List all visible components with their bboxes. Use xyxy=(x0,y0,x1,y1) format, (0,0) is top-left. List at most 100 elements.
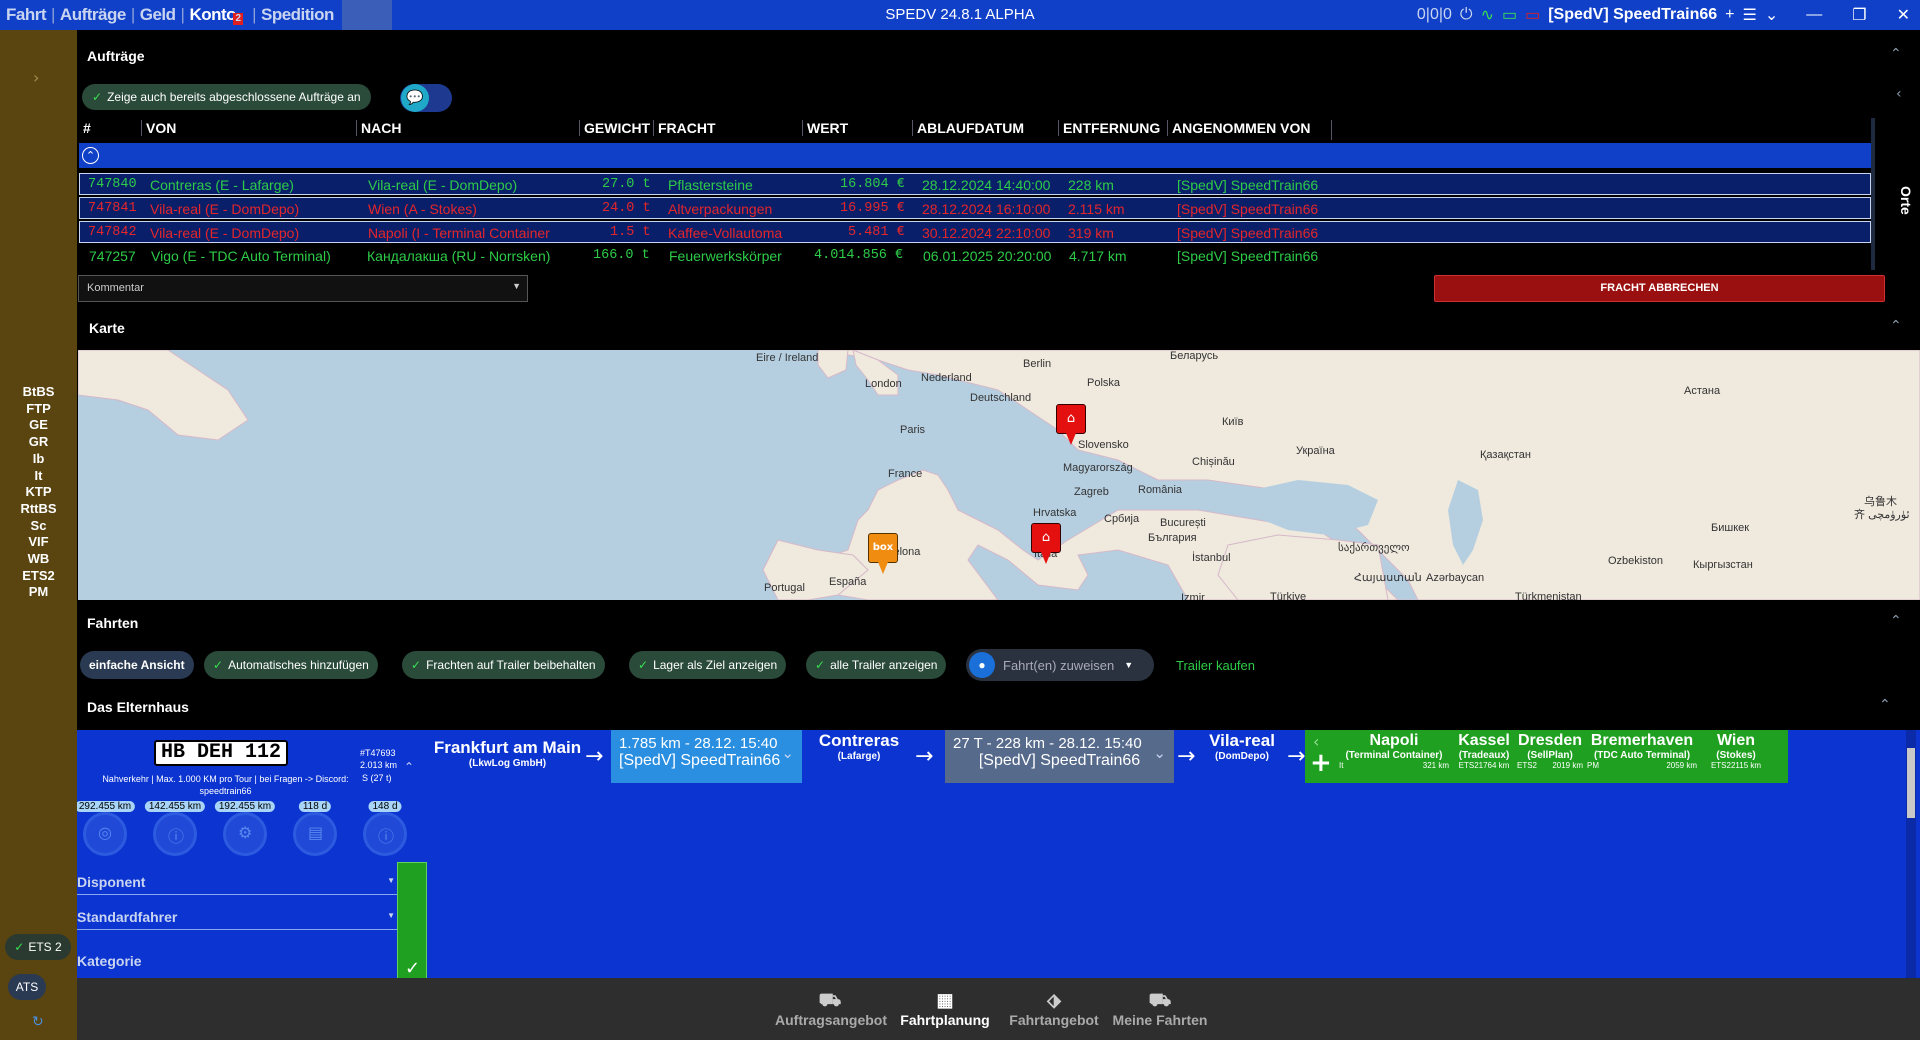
col-fracht[interactable]: FRACHT xyxy=(653,120,716,136)
nav-konto[interactable]: Konto2 xyxy=(189,5,247,25)
auto-add-toggle[interactable]: ✓Automatisches hinzufügen xyxy=(204,651,378,679)
stop-1[interactable]: Contreras(Lafarge) xyxy=(804,731,914,762)
order-row[interactable]: 747841Vila-real (E - DomDepo)Wien (A - S… xyxy=(79,197,1871,219)
game-item[interactable]: BtBS xyxy=(0,384,77,401)
chevron-down-icon[interactable]: ⌄ xyxy=(1765,5,1778,25)
add-icon[interactable]: + xyxy=(1310,748,1332,778)
map[interactable]: Eire / Ireland Nederland Berlin Polska Б… xyxy=(78,350,1920,600)
nav-auftraege[interactable]: Aufträge xyxy=(60,5,126,25)
chevron-right-icon[interactable]: › xyxy=(33,68,39,87)
game-item[interactable]: WB xyxy=(0,551,77,568)
buy-trailer-link[interactable]: Trailer kaufen xyxy=(1176,658,1255,673)
list-icon[interactable]: ☰ xyxy=(1743,5,1757,25)
tab-auftragsangebot[interactable]: ⛟Auftragsangebot xyxy=(775,990,885,1028)
collapse-map-icon[interactable]: ⌃ xyxy=(1890,318,1902,334)
storage-target-toggle[interactable]: ✓Lager als Ziel anzeigen xyxy=(629,651,786,679)
next-meta: ETS22115 km xyxy=(1705,761,1767,770)
restore-icon[interactable]: ❐ xyxy=(1852,5,1866,25)
collapse-group-icon[interactable]: ⌃ xyxy=(1879,697,1891,713)
game-item[interactable]: GE xyxy=(0,417,77,434)
kommentar-select[interactable]: Kommentar ▼ xyxy=(78,275,528,302)
orte-tab[interactable]: Orte xyxy=(1894,186,1914,215)
game-item[interactable]: VIF xyxy=(0,534,77,551)
chevron-up-icon[interactable]: ⌃ xyxy=(404,760,414,774)
col-wert[interactable]: WERT xyxy=(802,120,848,136)
col-von[interactable]: VON xyxy=(141,120,176,136)
game-item[interactable]: PM xyxy=(0,584,77,601)
refresh-icon[interactable]: ↻ xyxy=(32,1014,44,1030)
map-marker-red[interactable]: ⌂ xyxy=(1056,404,1086,434)
col-entfernung[interactable]: ENTFERNUNG xyxy=(1058,120,1160,136)
show-completed-toggle[interactable]: ✓Zeige auch bereits abgeschlossene Auftr… xyxy=(82,84,371,110)
leg-2[interactable]: 27 T - 228 km - 28.12. 15:40[SpedV] Spee… xyxy=(945,730,1174,783)
chain-scrollbar[interactable] xyxy=(1906,730,1916,978)
collapse-group-icon[interactable]: ⌃ xyxy=(82,147,99,164)
kategorie-select[interactable]: Kategorie xyxy=(77,953,397,973)
game-item[interactable]: Ib xyxy=(0,451,77,468)
stop-2[interactable]: Vila-real(DomDepo) xyxy=(1197,731,1287,762)
game-item[interactable]: ETS2 xyxy=(0,568,77,585)
order-row[interactable]: 747842Vila-real (E - DomDepo)Napoli (I -… xyxy=(79,221,1871,243)
next-stop[interactable]: Napoli(Terminal Container)It321 km xyxy=(1339,732,1449,770)
ats-toggle[interactable]: ATS xyxy=(8,974,46,1000)
map-marker-orange[interactable]: box xyxy=(868,533,898,563)
warning-icon: ⓘ xyxy=(378,823,394,847)
next-stop[interactable]: Wien(Stokes)ETS22115 km xyxy=(1705,732,1767,770)
scroll-thumb[interactable] xyxy=(1907,748,1915,818)
game-item[interactable]: FTP xyxy=(0,401,77,418)
game-item[interactable]: RttBS xyxy=(0,501,77,518)
nav-geld[interactable]: Geld xyxy=(140,5,176,25)
collapse-fahrten-icon[interactable]: ⌃ xyxy=(1890,613,1902,629)
nav-spedition[interactable]: Spedition xyxy=(261,5,334,25)
chevron-left-icon[interactable]: ‹ xyxy=(1896,86,1902,102)
next-code: ETS21764 km xyxy=(1459,761,1510,770)
monitor-icon[interactable]: ▭ xyxy=(1502,5,1517,25)
col-ablaufdatum[interactable]: ABLAUFDATUM xyxy=(912,120,1024,136)
plug-icon[interactable]: ⏻ xyxy=(1460,6,1473,24)
user-name[interactable]: [SpedV] SpeedTrain66 xyxy=(1548,6,1717,24)
nav-fahrt[interactable]: Fahrt xyxy=(6,5,46,25)
einfache-ansicht-button[interactable]: einfache Ansicht xyxy=(80,651,194,679)
group-row[interactable]: ⌃ xyxy=(79,143,1871,168)
license-plate[interactable]: HB DEH 112 xyxy=(154,740,288,766)
col-gewicht[interactable]: GEWICHT xyxy=(579,120,650,136)
tab-meine-fahrten[interactable]: ⛟Meine Fahrten xyxy=(1110,990,1210,1028)
standardfahrer-select[interactable]: Standardfahrer▼ xyxy=(77,909,397,930)
map-label: Бишкек xyxy=(1711,522,1749,534)
connection-icon[interactable]: ∿ xyxy=(1481,5,1494,25)
start-stop[interactable]: Frankfurt am Main(LkwLog GmbH) xyxy=(430,738,585,769)
close-icon[interactable]: ✕ xyxy=(1897,5,1910,25)
tab-fahrtangebot[interactable]: ⬗Fahrtangebot xyxy=(1004,990,1104,1028)
game-item[interactable]: KTP xyxy=(0,484,77,501)
next-company: (SellPlan) xyxy=(1517,750,1583,761)
ets2-toggle[interactable]: ✓ETS 2 xyxy=(5,934,71,960)
screen-off-icon[interactable]: ▭ xyxy=(1525,5,1540,25)
leg-1[interactable]: 1.785 km - 28.12. 15:40[SpedV] SpeedTrai… xyxy=(611,730,802,783)
order-row[interactable]: 747840Contreras (E - Lafarge)Vila-real (… xyxy=(79,173,1871,195)
map-marker-red[interactable]: ⌂ xyxy=(1031,523,1061,553)
game-item[interactable]: It xyxy=(0,468,77,485)
all-trailers-toggle[interactable]: ✓alle Trailer anzeigen xyxy=(806,651,946,679)
next-stop[interactable]: Bremerhaven(TDC Auto Terminal)PM2059 km xyxy=(1587,732,1697,770)
col-angenommen[interactable]: ANGENOMMEN VON xyxy=(1167,120,1310,136)
assign-trips-select[interactable]: ● Fahrt(en) zuweisen ▼ xyxy=(966,649,1154,681)
next-stop[interactable]: Kassel(Tradeaux)ETS21764 km xyxy=(1455,732,1513,770)
keep-freight-toggle[interactable]: ✓Frachten auf Trailer beibehalten xyxy=(402,651,605,679)
tab-fahrtplanung[interactable]: ▦Fahrtplanung xyxy=(895,990,995,1028)
chevron-down-icon[interactable]: ⌄ xyxy=(781,744,794,762)
confirm-button[interactable]: ✓ xyxy=(397,862,427,978)
game-item[interactable]: GR xyxy=(0,434,77,451)
fracht-abbrechen-button[interactable]: FRACHT ABBRECHEN xyxy=(1434,275,1885,302)
col-id[interactable]: # xyxy=(79,120,91,136)
next-stop[interactable]: Dresden(SellPlan)ETS22019 km xyxy=(1517,732,1583,770)
order-row[interactable]: 747257Vigo (E - TDC Auto Terminal)Кандал… xyxy=(79,245,1871,267)
col-nach[interactable]: NACH xyxy=(356,120,401,136)
chevron-down-icon[interactable]: ⌄ xyxy=(1153,744,1166,762)
add-icon[interactable]: + xyxy=(1725,6,1734,24)
orders-scrollbar[interactable] xyxy=(1871,118,1875,270)
disponent-select[interactable]: Disponent▼ xyxy=(77,874,397,895)
collapse-icon[interactable]: ⌃ xyxy=(1890,46,1902,62)
chat-toggle[interactable]: 💬 xyxy=(400,84,452,112)
minimize-icon[interactable]: — xyxy=(1806,6,1822,24)
game-item[interactable]: Sc xyxy=(0,518,77,535)
